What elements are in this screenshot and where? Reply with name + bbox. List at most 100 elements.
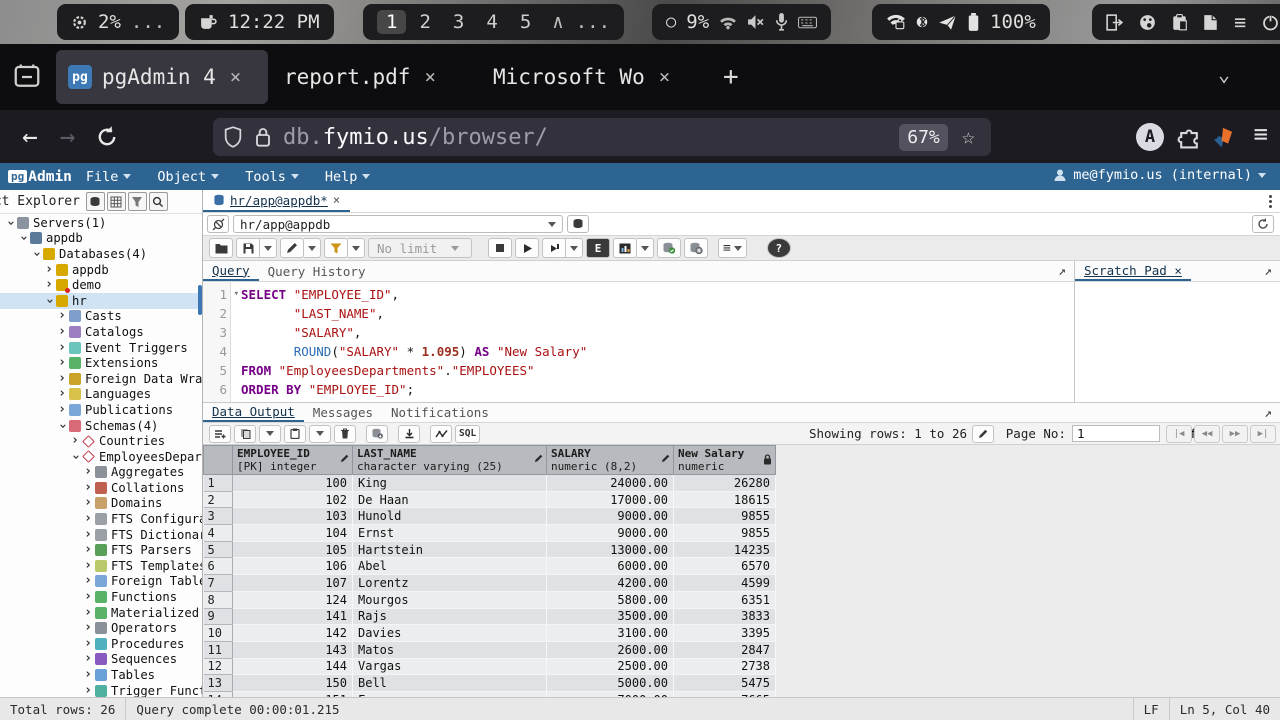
filter-button[interactable] [128, 192, 147, 211]
cell-last-name[interactable]: King [353, 475, 547, 492]
page-number-input[interactable] [1072, 425, 1160, 442]
quick-search-db-button[interactable] [86, 192, 105, 211]
chevron-right-icon[interactable]: › [56, 373, 68, 385]
grid-view-button[interactable] [107, 192, 126, 211]
row-number[interactable]: 13 [204, 675, 233, 692]
vertical-ellipsis-icon[interactable] [1269, 195, 1272, 208]
tree-item-schemas-4-[interactable]: ›Schemas(4) [0, 418, 202, 434]
chevron-right-icon[interactable]: › [82, 497, 94, 509]
cell-salary[interactable]: 9000.00 [547, 525, 674, 542]
tree-item-fts-dictionar[interactable]: ›FTS Dictionar [0, 527, 202, 543]
close-icon[interactable]: × [333, 193, 340, 207]
tab-messages[interactable]: Messages [304, 403, 382, 422]
chevron-right-icon[interactable]: › [82, 591, 94, 603]
cell-last-name[interactable]: Hunold [353, 508, 547, 525]
chevron-right-icon[interactable]: › [82, 466, 94, 478]
cell-salary[interactable]: 2500.00 [547, 658, 674, 675]
cell-salary[interactable]: 17000.00 [547, 491, 674, 508]
tree-scrollbar-thumb[interactable] [198, 285, 202, 315]
chevron-right-icon[interactable]: › [56, 310, 68, 322]
chevron-right-icon[interactable]: › [56, 357, 68, 369]
expand-icon[interactable]: ↗ [1058, 264, 1066, 279]
tree-item-countries[interactable]: ›Countries [0, 433, 202, 449]
scratch-pad-area[interactable] [1075, 282, 1280, 402]
zoom-level-badge[interactable]: 67% [899, 124, 948, 151]
tab-query[interactable]: Query [203, 261, 259, 281]
cell-new-salary[interactable]: 6351 [674, 591, 776, 608]
reload-button[interactable] [95, 125, 119, 149]
tree-item-demo[interactable]: ›demo [0, 277, 202, 293]
table-row[interactable]: 4104Ernst9000.009855 [204, 525, 776, 542]
copy-dropdown[interactable] [259, 425, 281, 443]
execute-button[interactable] [515, 238, 539, 258]
tree-item-extensions[interactable]: ›Extensions [0, 355, 202, 371]
last-page-button[interactable]: ▶| [1250, 425, 1276, 443]
table-row[interactable]: 9141Rajs3500.003833 [204, 608, 776, 625]
menu-file[interactable]: File [86, 169, 132, 185]
cell-new-salary[interactable]: 14235 [674, 541, 776, 558]
tree-item-employeesdepar[interactable]: ›EmployeesDepar [0, 449, 202, 465]
row-limit-select[interactable]: No limit [368, 238, 472, 258]
cell-employee-id[interactable]: 124 [233, 591, 353, 608]
row-number[interactable]: 10 [204, 625, 233, 642]
cell-last-name[interactable]: Matos [353, 641, 547, 658]
new-tab-button[interactable]: + [723, 62, 739, 92]
extensions-puzzle-icon[interactable] [1176, 124, 1202, 150]
cell-employee-id[interactable]: 141 [233, 608, 353, 625]
expand-icon[interactable]: ↗ [1264, 406, 1272, 421]
menu-tools[interactable]: Tools [245, 169, 299, 185]
pgadmin-logo[interactable]: pg Admin [8, 169, 72, 185]
cell-new-salary[interactable]: 5475 [674, 675, 776, 692]
chevron-right-icon[interactable]: › [82, 607, 94, 619]
tree-item-procedures[interactable]: ›Procedures [0, 636, 202, 652]
download-button[interactable] [398, 425, 420, 443]
cell-last-name[interactable]: Vargas [353, 658, 547, 675]
rollback-button[interactable] [684, 238, 708, 258]
cell-new-salary[interactable]: 9855 [674, 525, 776, 542]
tree-item-fts-parsers[interactable]: ›FTS Parsers [0, 542, 202, 558]
cell-employee-id[interactable]: 144 [233, 658, 353, 675]
chevron-right-icon[interactable]: › [82, 638, 94, 650]
tab-query-history[interactable]: Query History [259, 261, 375, 281]
user-menu[interactable]: me@fymio.us (internal) [1053, 167, 1266, 183]
cell-salary[interactable]: 3500.00 [547, 608, 674, 625]
table-row[interactable]: 12144Vargas2500.002738 [204, 658, 776, 675]
sql-button[interactable]: SQL [455, 425, 480, 443]
cell-employee-id[interactable]: 105 [233, 541, 353, 558]
cell-new-salary[interactable]: 4599 [674, 575, 776, 592]
browser-tab-2[interactable]: report.pdf× [272, 50, 477, 104]
first-page-button[interactable]: |◀ [1166, 425, 1192, 443]
stop-button[interactable] [488, 238, 512, 258]
row-number[interactable]: 5 [204, 541, 233, 558]
eol-indicator[interactable]: LF [1133, 698, 1169, 720]
tree-item-foreign-data-wra[interactable]: ›Foreign Data Wra [0, 371, 202, 387]
filter-options-dropdown[interactable] [348, 238, 365, 258]
row-number[interactable]: 7 [204, 575, 233, 592]
edit-range-button[interactable] [972, 425, 994, 443]
url-text[interactable]: db.fymio.us/browser/ [283, 125, 548, 150]
cell-new-salary[interactable]: 3395 [674, 625, 776, 642]
chevron-down-icon[interactable]: › [4, 217, 16, 229]
save-options-dropdown[interactable] [260, 238, 277, 258]
cell-salary[interactable]: 3100.00 [547, 625, 674, 642]
tree-item-trigger-funct[interactable]: ›Trigger Funct [0, 683, 202, 697]
bookmark-star-icon[interactable]: ☆ [962, 125, 975, 150]
chevron-right-icon[interactable]: › [56, 404, 68, 416]
cell-new-salary[interactable]: 6570 [674, 558, 776, 575]
paste-button[interactable] [284, 425, 306, 443]
status-cluster-right[interactable]: 100% [872, 4, 1050, 40]
workspace-1[interactable]: 1 [377, 10, 406, 34]
cell-last-name[interactable]: De Haan [353, 491, 547, 508]
cell-salary[interactable]: 2600.00 [547, 641, 674, 658]
row-number[interactable]: 12 [204, 658, 233, 675]
chevron-down-icon[interactable]: › [56, 420, 68, 432]
graph-visualiser-button[interactable] [430, 425, 452, 443]
close-icon[interactable]: × [659, 66, 670, 88]
browser-tab-1[interactable]: pgpgAdmin 4× [56, 50, 268, 104]
cell-salary[interactable]: 5800.00 [547, 591, 674, 608]
tree-item-functions[interactable]: ›Functions [0, 589, 202, 605]
firefox-view-icon[interactable] [12, 62, 42, 92]
table-row[interactable]: 3103Hunold9000.009855 [204, 508, 776, 525]
chevron-right-icon[interactable]: › [43, 264, 55, 276]
chevron-right-icon[interactable]: › [82, 669, 94, 681]
